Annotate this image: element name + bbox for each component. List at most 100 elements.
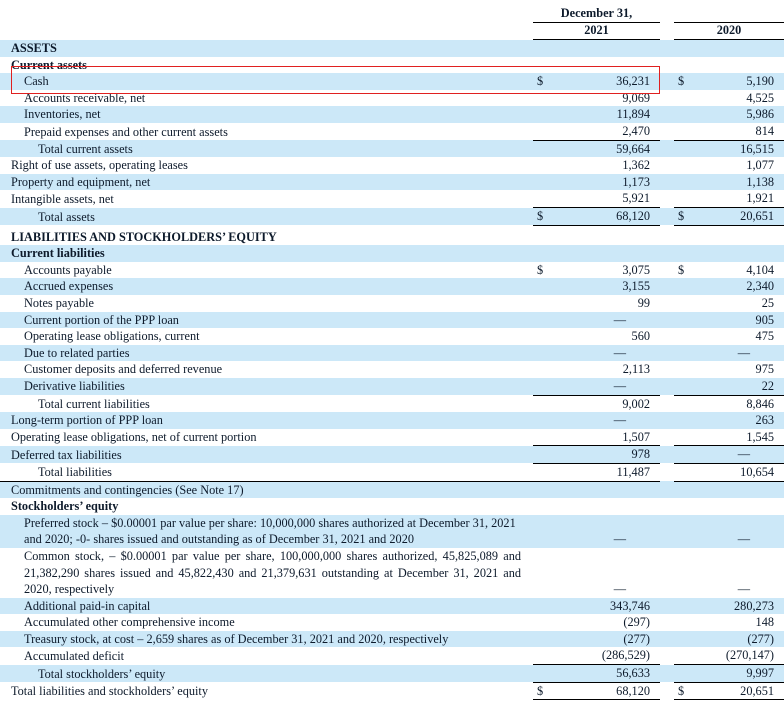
column-header-2020: 2020 — [674, 22, 784, 41]
row-label-prepaid: Prepaid expenses and other current asset… — [24, 124, 228, 139]
table-row: Total current assets 59,664 16,515 — [0, 139, 784, 158]
row-label-notes-payable: Notes payable — [24, 296, 94, 310]
currency-symbol: $ — [533, 681, 555, 700]
row-label-rou-assets: Right of use assets, operating leases — [11, 158, 188, 173]
value-derivative-liabilities-2021: — — [613, 378, 626, 393]
row-label-intangibles: Intangible assets, net — [11, 191, 114, 206]
row-label-due-related-parties: Due to related parties — [24, 345, 130, 360]
value-customer-deposits-2021: 2,113 — [622, 362, 650, 377]
table-row: Current portion of the PPP loan — 905 — [0, 311, 784, 329]
value-total-stockholders-equity-2020: 9,997 — [696, 664, 784, 683]
table-row: Treasury stock, at cost – 2,659 shares a… — [0, 630, 784, 648]
table-row: Accounts payable $ 3,075 $ 4,104 — [0, 261, 784, 279]
table-row: Due to related parties — — — [0, 344, 784, 362]
row-label-op-lease-noncurrent: Operating lease obligations, net of curr… — [11, 430, 257, 445]
value-preferred-stock-2020: — — [737, 532, 750, 547]
value-ppp-current-2021: — — [613, 312, 626, 327]
value-prepaid-2021: 2,470 — [622, 124, 650, 139]
table-row: Total liabilities and stockholders’ equi… — [0, 681, 784, 700]
row-label-total-liabilities: Total liabilities — [38, 464, 112, 479]
table-row: Total current liabilities 9,002 8,846 — [0, 394, 784, 413]
row-label-total-liabilities-and-equity: Total liabilities and stockholders’ equi… — [11, 684, 208, 699]
value-accounts-receivable-2020: 4,525 — [746, 90, 774, 105]
row-stockholders-equity-heading: Stockholders’ equity — [0, 498, 784, 515]
period-header-row: December 31, December 31, — [0, 6, 784, 24]
value-total-assets-2021: 68,120 — [555, 207, 660, 226]
row-label-treasury-stock: Treasury stock, at cost – 2,659 shares a… — [24, 631, 449, 646]
row-label-total-assets: Total assets — [38, 209, 95, 224]
value-accounts-receivable-2021: 9,069 — [622, 90, 650, 105]
value-accumulated-deficit-2021: (286,529) — [601, 648, 650, 663]
table-row: Operating lease obligations, current 560… — [0, 328, 784, 345]
period-header: December 31, — [533, 6, 660, 24]
value-cash-2020: 5,190 — [746, 74, 774, 89]
value-intangibles-2020: 1,921 — [746, 191, 774, 206]
value-total-current-liabilities-2020: 8,846 — [696, 394, 784, 413]
table-row: Long-term portion of PPP loan — 263 — [0, 412, 784, 429]
table-row: Operating lease obligations, net of curr… — [0, 428, 784, 446]
row-label-total-current-assets: Total current assets — [38, 141, 133, 156]
value-accumulated-deficit-2020: (270,147) — [725, 648, 774, 663]
value-accrued-expenses-2020: 2,340 — [746, 279, 774, 294]
value-deferred-tax-2020: — — [696, 445, 784, 464]
value-due-related-parties-2020: — — [737, 345, 750, 360]
table-row: Notes payable 99 25 — [0, 295, 784, 312]
table-row: Additional paid-in capital 343,746 280,2… — [0, 597, 784, 615]
row-label-accumulated-deficit: Accumulated deficit — [24, 648, 125, 663]
table-row: Cash $ 36,231 $ 5,190 — [0, 73, 784, 90]
current-assets-heading: Current assets — [11, 57, 87, 72]
value-apic-2021: 343,746 — [610, 598, 650, 613]
row-label-op-lease-current: Operating lease obligations, current — [24, 329, 200, 344]
value-total-current-assets-2021: 59,664 — [555, 139, 660, 158]
row-current-liabilities-heading: Current liabilities — [0, 245, 784, 262]
balance-sheet-table: December 31, December 31, 2021 2020 ASSE… — [0, 0, 784, 703]
row-label-ppe: Property and equipment, net — [11, 174, 151, 189]
value-rou-assets-2021: 1,362 — [622, 158, 650, 173]
table-row: Accrued expenses 3,155 2,340 — [0, 278, 784, 295]
year-header-row: 2021 2020 — [0, 22, 784, 41]
currency-symbol: $ — [678, 262, 685, 277]
row-label-deferred-tax: Deferred tax liabilities — [11, 447, 122, 462]
value-op-lease-current-2020: 475 — [755, 329, 774, 344]
value-due-related-parties-2021: — — [613, 345, 626, 360]
value-intangibles-2021: 5,921 — [622, 191, 650, 206]
table-row: Right of use assets, operating leases 1,… — [0, 157, 784, 174]
row-label-aoci: Accumulated other comprehensive income — [24, 615, 235, 630]
currency-symbol: $ — [674, 681, 696, 700]
value-apic-2020: 280,273 — [734, 598, 774, 613]
value-prepaid-2020: 814 — [755, 124, 774, 139]
value-total-liabilities-2020: 10,654 — [696, 462, 784, 482]
value-inventories-2020: 5,986 — [746, 107, 774, 122]
currency-symbol: $ — [674, 207, 696, 226]
value-notes-payable-2021: 99 — [637, 296, 650, 310]
row-label-derivative-liabilities: Derivative liabilities — [24, 379, 125, 394]
row-label-accounts-payable: Accounts payable — [24, 262, 112, 277]
liabilities-heading: LIABILITIES AND STOCKHOLDERS’ EQUITY — [11, 229, 277, 244]
value-treasury-stock-2020: (277) — [747, 631, 774, 646]
value-ppe-2020: 1,138 — [746, 174, 774, 189]
table-row: Common stock, – $0.00001 par value per s… — [0, 547, 784, 598]
value-customer-deposits-2020: 975 — [755, 362, 774, 377]
assets-heading: ASSETS — [11, 41, 57, 56]
value-accrued-expenses-2021: 3,155 — [622, 279, 650, 294]
value-notes-payable-2020: 25 — [761, 296, 774, 310]
value-cash-2021: 36,231 — [616, 74, 650, 89]
currency-symbol: $ — [537, 74, 544, 89]
value-treasury-stock-2021: (277) — [623, 631, 650, 646]
value-accounts-payable-2020: 4,104 — [746, 262, 774, 277]
currency-symbol: $ — [678, 74, 685, 89]
row-assets-heading: ASSETS — [0, 39, 784, 57]
value-common-stock-2021: — — [613, 582, 626, 597]
table-row: Accounts receivable, net 9,069 4,525 — [0, 89, 784, 107]
row-commitments: Commitments and contingencies (See Note … — [0, 480, 784, 499]
value-ppp-longterm-2021: — — [613, 413, 626, 428]
value-total-stockholders-equity-2021: 56,633 — [555, 664, 660, 683]
value-derivative-liabilities-2020: 22 — [761, 378, 774, 393]
table-row: Accumulated deficit (286,529) (270,147) — [0, 647, 784, 665]
value-op-lease-noncurrent-2021: 1,507 — [622, 429, 650, 444]
currency-symbol: $ — [537, 262, 544, 277]
table-row: Customer deposits and deferred revenue 2… — [0, 361, 784, 378]
current-liabilities-heading: Current liabilities — [11, 246, 105, 261]
value-deferred-tax-2021: 978 — [555, 445, 660, 464]
value-total-liabilities-2021: 11,487 — [555, 462, 660, 482]
